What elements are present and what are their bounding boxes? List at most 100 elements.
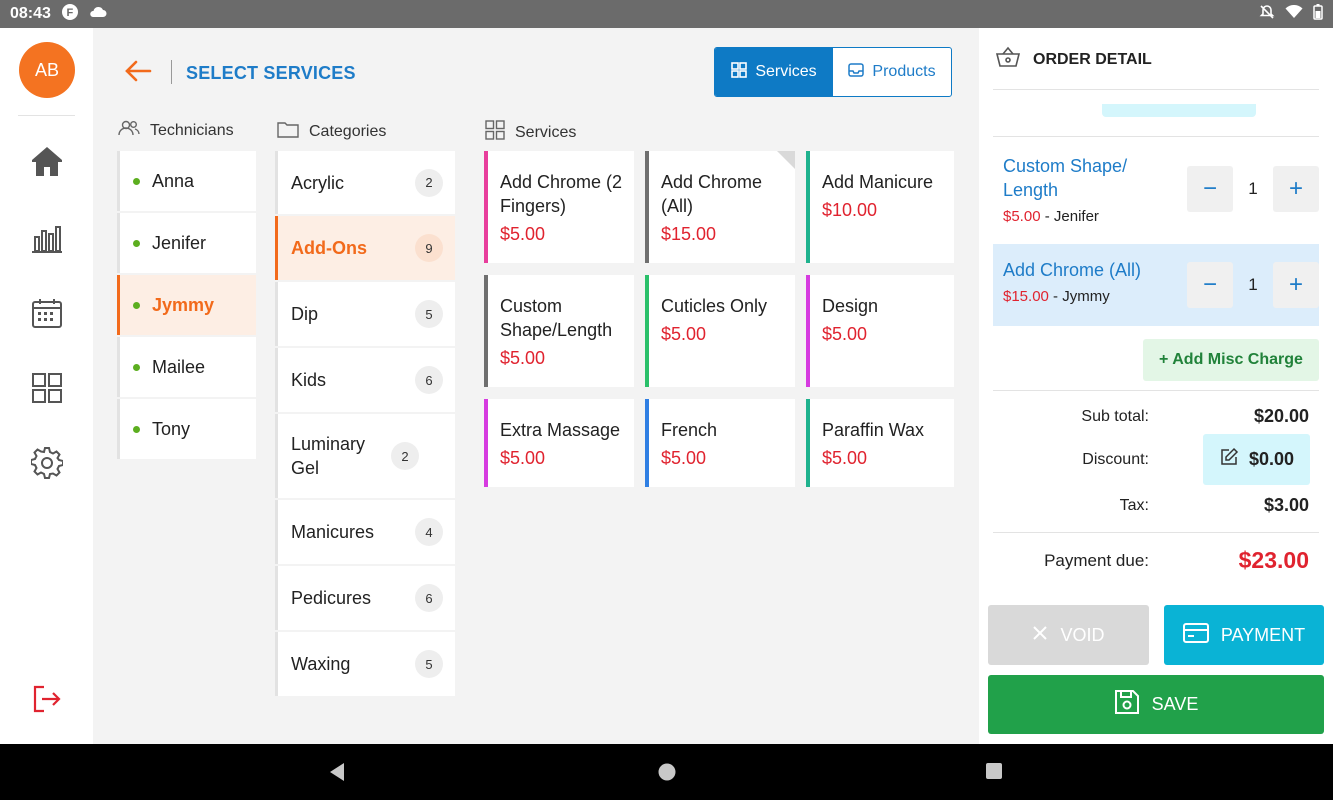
save-button[interactable]: SAVE bbox=[988, 675, 1324, 734]
category-count-badge: 5 bbox=[415, 300, 443, 328]
category-count-badge: 4 bbox=[415, 518, 443, 546]
service-card-in-order[interactable]: Add Chrome (All) $15.00 bbox=[645, 151, 795, 263]
increase-quantity-button[interactable]: + bbox=[1273, 166, 1319, 212]
void-button[interactable]: VOID bbox=[988, 605, 1149, 665]
customer-info-strip[interactable] bbox=[1102, 104, 1256, 117]
category-item[interactable]: Pedicures 6 bbox=[275, 566, 455, 630]
subtotal-value: $20.00 bbox=[1253, 406, 1309, 426]
increase-quantity-button[interactable]: + bbox=[1273, 262, 1319, 308]
products-tab[interactable]: Products bbox=[833, 48, 951, 96]
discount-edit-button[interactable]: $0.00 bbox=[1203, 434, 1310, 485]
tax-row: Tax: $3.00 bbox=[993, 495, 1319, 516]
left-nav: AB bbox=[0, 28, 93, 744]
order-detail-title: ORDER DETAIL bbox=[1033, 50, 1152, 68]
category-count-badge: 6 bbox=[415, 584, 443, 612]
service-price: $5.00 bbox=[661, 324, 707, 344]
service-card[interactable]: French $5.00 bbox=[645, 399, 795, 487]
technician-item[interactable]: Mailee bbox=[117, 337, 256, 397]
payment-due-label: Payment due: bbox=[1044, 550, 1149, 570]
grid-outline-icon bbox=[485, 120, 505, 145]
service-price: $5.00 bbox=[822, 324, 868, 344]
category-item[interactable]: Manicures 4 bbox=[275, 500, 455, 564]
title-divider bbox=[171, 60, 172, 84]
service-card[interactable]: Extra Massage $5.00 bbox=[484, 399, 634, 487]
service-name: French bbox=[661, 420, 718, 440]
credit-card-icon bbox=[1182, 622, 1209, 648]
category-name: Luminary Gel bbox=[291, 434, 366, 478]
subtotal-row: Sub total: $20.00 bbox=[993, 406, 1319, 427]
back-arrow-icon[interactable] bbox=[123, 56, 153, 86]
payment-due-value: $23.00 bbox=[1238, 547, 1309, 573]
reports-chart-icon[interactable] bbox=[28, 219, 66, 257]
edit-icon bbox=[1219, 447, 1239, 472]
category-count-badge: 2 bbox=[391, 442, 419, 470]
technician-item[interactable]: Jenifer bbox=[117, 213, 256, 273]
service-name: Add Manicure bbox=[822, 172, 934, 192]
service-card[interactable]: Custom Shape/Length $5.00 bbox=[484, 275, 634, 387]
decrease-quantity-button[interactable]: − bbox=[1187, 262, 1233, 308]
category-item[interactable]: Dip 5 bbox=[275, 282, 455, 346]
technician-name: Jenifer bbox=[152, 232, 207, 253]
service-card[interactable]: Cuticles Only $5.00 bbox=[645, 275, 795, 387]
home-icon[interactable] bbox=[28, 142, 66, 180]
category-name: Kids bbox=[291, 370, 327, 390]
grid-apps-icon[interactable] bbox=[28, 369, 66, 407]
category-item-selected[interactable]: Add-Ons 9 bbox=[275, 216, 455, 280]
save-button-label: SAVE bbox=[1151, 694, 1199, 714]
nav-back-icon[interactable] bbox=[328, 762, 346, 787]
category-item[interactable]: Kids 6 bbox=[275, 348, 455, 412]
category-name: Pedicures bbox=[291, 588, 372, 608]
service-card[interactable]: Add Chrome (2 Fingers) $5.00 bbox=[484, 151, 634, 263]
settings-gear-icon[interactable] bbox=[28, 444, 66, 482]
category-item[interactable]: Waxing 5 bbox=[275, 632, 455, 696]
service-card[interactable]: Add Manicure $10.00 bbox=[806, 151, 954, 263]
nav-recents-icon[interactable] bbox=[985, 762, 1003, 785]
decrease-quantity-button[interactable]: − bbox=[1187, 166, 1233, 212]
service-price: $5.00 bbox=[500, 448, 546, 468]
order-line-item-selected[interactable]: Add Chrome (All) $15.00 - Jymmy − 1 + bbox=[993, 244, 1319, 326]
basket-icon bbox=[995, 46, 1021, 73]
categories-list: Acrylic 2 Add-Ons 9 Dip 5 Kids 6 Luminary Ge… bbox=[275, 151, 455, 698]
app-notification-icon: F bbox=[61, 3, 79, 26]
wifi-icon bbox=[1285, 4, 1303, 24]
order-item-technician: Jymmy bbox=[1062, 288, 1110, 305]
online-dot bbox=[133, 425, 140, 433]
grid-icon bbox=[731, 61, 748, 83]
category-item[interactable]: Acrylic 2 bbox=[275, 151, 455, 214]
logout-icon[interactable] bbox=[28, 680, 66, 718]
services-tab[interactable]: Services bbox=[715, 48, 833, 96]
nav-home-icon[interactable] bbox=[657, 762, 677, 787]
category-item[interactable]: Luminary Gel 2 bbox=[275, 414, 455, 498]
avatar[interactable]: AB bbox=[19, 42, 75, 98]
calendar-icon[interactable] bbox=[28, 294, 66, 332]
service-card[interactable]: Design $5.00 bbox=[806, 275, 954, 387]
online-dot bbox=[133, 177, 140, 185]
category-name: Add-Ons bbox=[291, 238, 367, 258]
service-name: Paraffin Wax bbox=[822, 420, 925, 440]
subtotal-label: Sub total: bbox=[1081, 407, 1149, 425]
save-floppy-icon bbox=[1114, 689, 1140, 720]
categories-header-label: Categories bbox=[309, 122, 387, 140]
category-count-badge: 5 bbox=[415, 650, 443, 678]
service-card[interactable]: Paraffin Wax $5.00 bbox=[806, 399, 954, 487]
quantity-stepper: − 1 + bbox=[1187, 262, 1319, 308]
main-area: SELECT SERVICES Services Products Techni… bbox=[93, 28, 979, 744]
services-header: Services bbox=[485, 120, 576, 145]
category-name: Dip bbox=[291, 304, 319, 324]
divider bbox=[993, 89, 1319, 90]
payment-button-label: PAYMENT bbox=[1220, 624, 1306, 645]
technician-item[interactable]: Anna bbox=[117, 151, 256, 211]
inbox-icon bbox=[848, 62, 865, 82]
technician-item-selected[interactable]: Jymmy bbox=[117, 275, 256, 335]
order-detail-panel: ORDER DETAIL Custom Shape/ Length $5.00 … bbox=[979, 28, 1333, 744]
people-icon bbox=[118, 120, 140, 141]
technician-item[interactable]: Tony bbox=[117, 399, 256, 459]
services-products-toggle: Services Products bbox=[714, 47, 952, 97]
service-name: Add Chrome (2 Fingers) bbox=[500, 172, 623, 216]
order-line-item[interactable]: Custom Shape/ Length $5.00 - Jenifer − 1… bbox=[993, 150, 1319, 238]
add-misc-charge-button[interactable]: + Add Misc Charge bbox=[1143, 339, 1319, 381]
service-price: $5.00 bbox=[661, 448, 707, 468]
service-price: $5.00 bbox=[500, 348, 546, 368]
payment-button[interactable]: PAYMENT bbox=[1164, 605, 1324, 665]
service-price: $10.00 bbox=[822, 200, 878, 220]
